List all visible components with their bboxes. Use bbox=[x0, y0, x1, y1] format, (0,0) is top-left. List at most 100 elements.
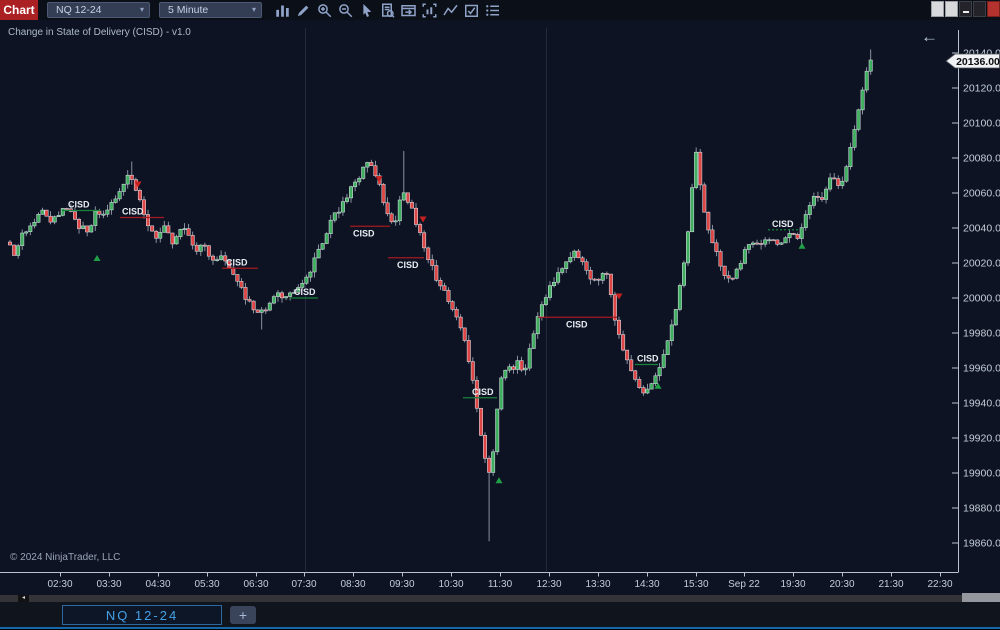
list-menu-icon[interactable] bbox=[484, 2, 500, 19]
time-tick-label: 05:30 bbox=[194, 579, 219, 590]
candle bbox=[841, 181, 844, 185]
minimize-button[interactable] bbox=[959, 1, 972, 17]
document-search-icon[interactable] bbox=[379, 2, 395, 19]
candle bbox=[325, 234, 328, 244]
price-tick-label: 20100.00 bbox=[963, 118, 1000, 130]
candle bbox=[171, 233, 174, 244]
candle bbox=[163, 226, 166, 233]
candle bbox=[252, 301, 255, 310]
candle bbox=[272, 297, 275, 304]
candle bbox=[345, 198, 348, 202]
time-tick-label: 08:30 bbox=[340, 579, 365, 590]
candle bbox=[366, 162, 369, 167]
candle bbox=[735, 269, 738, 278]
candle bbox=[597, 279, 600, 280]
panel-window-icon[interactable] bbox=[400, 2, 416, 19]
add-tab-button[interactable]: + bbox=[230, 606, 256, 624]
interval-dropdown[interactable]: 5 Minute ▾ bbox=[159, 2, 262, 18]
candle bbox=[508, 367, 511, 371]
bull-triangle-marker bbox=[496, 477, 503, 483]
candle bbox=[512, 367, 515, 370]
bar-chart-icon[interactable] bbox=[274, 2, 290, 19]
cursor-icon[interactable] bbox=[358, 2, 374, 19]
maximize-button[interactable] bbox=[973, 1, 986, 17]
candle bbox=[824, 189, 827, 199]
candle bbox=[25, 232, 28, 233]
candle bbox=[110, 202, 113, 210]
cisd-label: CISD bbox=[772, 219, 794, 229]
candle bbox=[159, 232, 162, 238]
bull-triangle-marker bbox=[799, 243, 806, 249]
zoom-in-icon[interactable] bbox=[316, 2, 332, 19]
toolbar: Chart NQ 12-24 ▾ 5 Minute ▾ bbox=[0, 0, 1000, 20]
candle bbox=[207, 246, 210, 257]
candle bbox=[516, 361, 519, 370]
note-edit-icon[interactable] bbox=[463, 2, 479, 19]
candle bbox=[29, 226, 32, 232]
candle bbox=[329, 220, 332, 233]
time-tick-label: 02:30 bbox=[47, 579, 72, 590]
candle bbox=[820, 198, 823, 200]
chart-menu-button[interactable]: Chart bbox=[0, 0, 38, 20]
candle bbox=[853, 130, 856, 148]
link-interval-button[interactable] bbox=[945, 1, 958, 17]
candle bbox=[77, 219, 80, 228]
price-tick-label: 19920.00 bbox=[963, 433, 1000, 445]
zigzag-line-icon[interactable] bbox=[442, 2, 458, 19]
instrument-dropdown[interactable]: NQ 12-24 ▾ bbox=[47, 2, 150, 18]
link-instrument-button[interactable] bbox=[931, 1, 944, 17]
candle bbox=[362, 167, 365, 178]
candle bbox=[833, 178, 836, 179]
candle bbox=[49, 216, 52, 222]
candle bbox=[317, 249, 320, 258]
candle bbox=[483, 435, 486, 458]
pencil-icon[interactable] bbox=[295, 2, 311, 19]
candle bbox=[382, 184, 385, 202]
close-button[interactable] bbox=[987, 1, 1000, 17]
back-arrow-icon[interactable]: ← bbox=[921, 28, 938, 45]
candle bbox=[621, 335, 624, 351]
candle bbox=[321, 244, 324, 250]
instrument-dropdown-value: NQ 12-24 bbox=[56, 3, 102, 17]
tab-nq-12-24[interactable]: NQ 12-24 bbox=[62, 605, 222, 625]
candle bbox=[638, 379, 641, 387]
candle bbox=[73, 212, 76, 220]
candle bbox=[792, 233, 795, 234]
cisd-label: CISD bbox=[226, 257, 248, 267]
candle bbox=[747, 245, 750, 250]
candle bbox=[410, 202, 413, 208]
candle bbox=[439, 280, 442, 286]
candle bbox=[751, 243, 754, 245]
candle bbox=[500, 378, 503, 409]
candle bbox=[122, 184, 125, 191]
time-tick-label: 04:30 bbox=[145, 579, 170, 590]
candle bbox=[90, 226, 93, 232]
candle bbox=[491, 452, 494, 473]
candle bbox=[528, 349, 531, 369]
time-tick-label: 03:30 bbox=[96, 579, 121, 590]
candle bbox=[479, 408, 482, 435]
chart-box-icon[interactable] bbox=[421, 2, 437, 19]
candle bbox=[138, 190, 141, 199]
scrollbar-left-arrow-icon[interactable]: ◂ bbox=[18, 595, 29, 602]
candle bbox=[540, 305, 543, 317]
candle bbox=[114, 199, 117, 203]
candle bbox=[678, 285, 681, 309]
candle bbox=[81, 226, 84, 229]
candle bbox=[333, 213, 336, 220]
candle bbox=[703, 185, 706, 212]
candle bbox=[800, 228, 803, 239]
price-tick-label: 19900.00 bbox=[963, 468, 1000, 480]
candle bbox=[280, 293, 283, 298]
candle bbox=[443, 286, 446, 291]
horizontal-scrollbar[interactable]: ◂ bbox=[0, 595, 1000, 602]
candle bbox=[865, 71, 868, 90]
price-axis-labels: 20140.0020120.0020100.0020080.0020060.00… bbox=[952, 48, 1000, 550]
candle bbox=[264, 310, 267, 311]
price-chart-canvas[interactable]: CISDCISDCISDCISDCISDCISDCISDCISDCISDCISD… bbox=[0, 0, 1000, 630]
zoom-out-icon[interactable] bbox=[337, 2, 353, 19]
scrollbar-corner-grip[interactable] bbox=[962, 593, 1000, 602]
candle bbox=[573, 251, 576, 257]
candle bbox=[37, 214, 40, 222]
price-tick-label: 20040.00 bbox=[963, 223, 1000, 235]
